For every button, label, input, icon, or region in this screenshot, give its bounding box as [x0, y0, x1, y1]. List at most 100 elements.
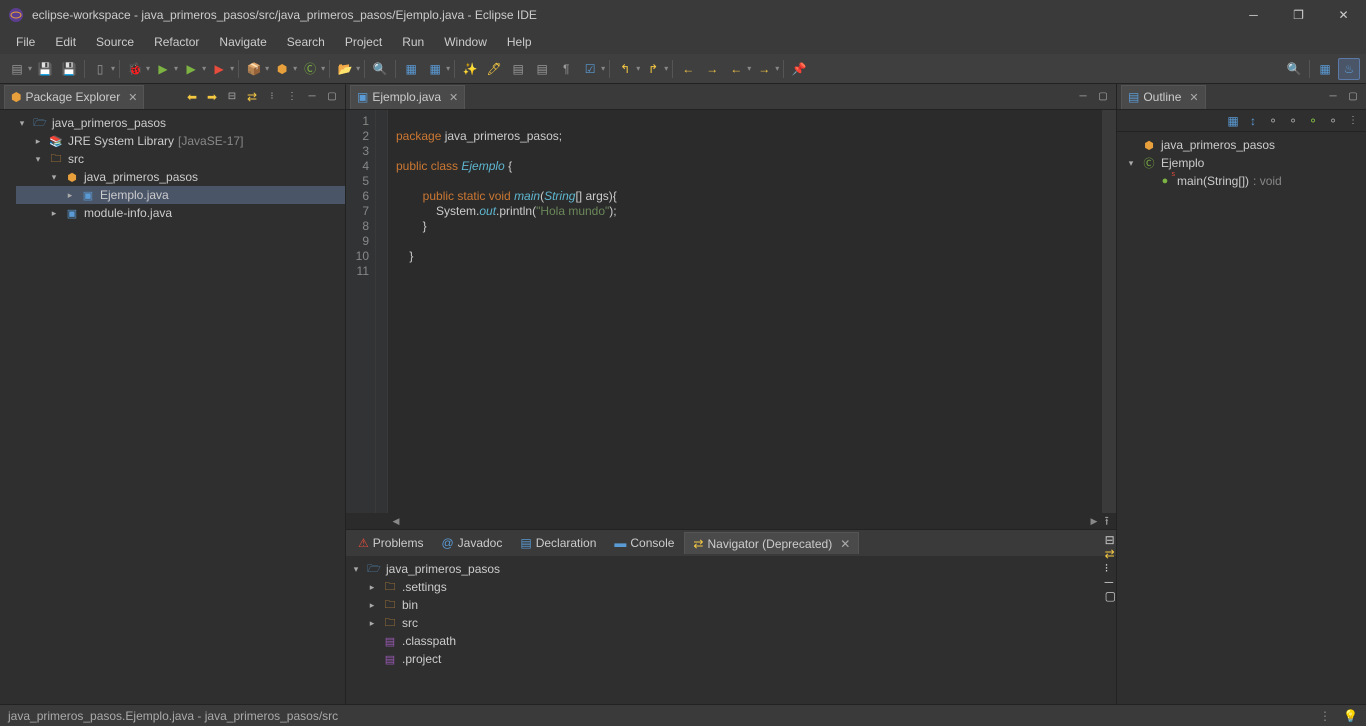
- save-all-button[interactable]: 💾: [58, 58, 80, 80]
- nav-up-button[interactable]: ⭱: [1105, 512, 1116, 533]
- menu-navigate[interactable]: Navigate: [209, 31, 276, 53]
- navigator-tree[interactable]: ▾ 🗁 java_primeros_pasos ▸ 🗀 .settings ▸ …: [346, 556, 1116, 704]
- nav-bin-row[interactable]: ▸ 🗀 bin: [350, 596, 1116, 614]
- hide-static-button[interactable]: ⚬: [1284, 112, 1302, 130]
- run-button[interactable]: ▶: [152, 58, 174, 80]
- menu-search[interactable]: Search: [277, 31, 335, 53]
- forward2-button[interactable]: →: [753, 58, 775, 80]
- focus-button[interactable]: ⁝: [263, 88, 281, 106]
- new-button[interactable]: ▤: [6, 58, 28, 80]
- hide-local-button[interactable]: ⚬: [1324, 112, 1342, 130]
- tree-file-module-row[interactable]: ▸ ▣ module-info.java: [16, 204, 345, 222]
- tab-console[interactable]: ▬Console: [606, 532, 682, 554]
- menu-run[interactable]: Run: [392, 31, 434, 53]
- hide-fields-button[interactable]: ⚬: [1264, 112, 1282, 130]
- forward-history-button[interactable]: ➡: [203, 88, 221, 106]
- close-icon[interactable]: ✕: [1189, 91, 1198, 104]
- hide-non-public-button[interactable]: ⚬: [1304, 112, 1322, 130]
- close-button[interactable]: ✕: [1321, 0, 1366, 30]
- minimize-editor-button[interactable]: ─: [1074, 88, 1092, 106]
- maximize-editor-button[interactable]: ▢: [1094, 88, 1112, 106]
- run-last-button[interactable]: ▶: [208, 58, 230, 80]
- outline-package-row[interactable]: ⬢ java_primeros_pasos: [1125, 136, 1366, 154]
- fold-gutter[interactable]: [376, 110, 388, 513]
- outline-menu-button[interactable]: ⋮: [1344, 112, 1362, 130]
- outline-tree[interactable]: ⬢ java_primeros_pasos ▾ Ⓒ Ejemplo ●s mai…: [1117, 132, 1366, 704]
- java-perspective-button[interactable]: ♨: [1338, 58, 1360, 80]
- menu-project[interactable]: Project: [335, 31, 392, 53]
- outline-min-button[interactable]: ─: [1324, 88, 1342, 106]
- menu-window[interactable]: Window: [434, 31, 497, 53]
- tab-javadoc[interactable]: @Javadoc: [433, 532, 510, 554]
- view-menu-button[interactable]: ⋮: [283, 88, 301, 106]
- back-button[interactable]: ←: [677, 58, 699, 80]
- pin-button[interactable]: 📌: [788, 58, 810, 80]
- menu-edit[interactable]: Edit: [45, 31, 86, 53]
- minimize-button[interactable]: ─: [1231, 0, 1276, 30]
- scroll-right-button[interactable]: ▶: [1086, 513, 1102, 529]
- focus-button[interactable]: ▦: [1224, 112, 1242, 130]
- back2-button[interactable]: ←: [725, 58, 747, 80]
- maximize-button[interactable]: ❐: [1276, 0, 1321, 30]
- tab-declaration[interactable]: ▤Declaration: [512, 532, 604, 554]
- open-type-button[interactable]: 📂: [334, 58, 356, 80]
- tab-navigator[interactable]: ⇄Navigator (Deprecated)✕: [684, 532, 859, 554]
- editor-tab-ejemplo[interactable]: ▣ Ejemplo.java ✕: [350, 85, 465, 109]
- tab-problems[interactable]: ⚠Problems: [350, 532, 431, 554]
- new-class-button[interactable]: Ⓒ: [299, 58, 321, 80]
- nav-collapse-button[interactable]: ⊟: [1105, 533, 1116, 547]
- nav-settings-row[interactable]: ▸ 🗀 .settings: [350, 578, 1116, 596]
- tree-src-row[interactable]: ▾ 🗀 src: [16, 150, 345, 168]
- outline-method-row[interactable]: ●s main(String[]) : void: [1125, 172, 1366, 190]
- new-package-button[interactable]: ⬢: [271, 58, 293, 80]
- menu-refactor[interactable]: Refactor: [144, 31, 209, 53]
- task-button[interactable]: ☑: [579, 58, 601, 80]
- outline-max-button[interactable]: ▢: [1344, 88, 1362, 106]
- close-icon[interactable]: ✕: [128, 91, 137, 104]
- package-explorer-tab[interactable]: ⬢ Package Explorer ✕: [4, 85, 144, 109]
- overview-ruler[interactable]: [1102, 110, 1116, 513]
- toggle-block-button[interactable]: ▦: [424, 58, 446, 80]
- collapse-all-button[interactable]: ⊟: [223, 88, 241, 106]
- maximize-view-button[interactable]: ▢: [323, 88, 341, 106]
- new-java-project-button[interactable]: 📦: [243, 58, 265, 80]
- tree-jre-row[interactable]: ▸ 📚 JRE System Library [JavaSE-17]: [16, 132, 345, 150]
- next-annotation-button[interactable]: ↱: [642, 58, 664, 80]
- debug-button[interactable]: 🐞: [124, 58, 146, 80]
- tip-icon[interactable]: 💡: [1343, 709, 1358, 723]
- back-history-button[interactable]: ⬅: [183, 88, 201, 106]
- outline-tab[interactable]: ▤ Outline ✕: [1121, 85, 1206, 109]
- forward-button[interactable]: →: [701, 58, 723, 80]
- terminal-button[interactable]: ▯: [89, 58, 111, 80]
- nav-project-row[interactable]: ▾ 🗁 java_primeros_pasos: [350, 560, 1116, 578]
- tree-package-row[interactable]: ▾ ⬢ java_primeros_pasos: [16, 168, 345, 186]
- close-icon[interactable]: ✕: [449, 91, 458, 104]
- horizontal-scrollbar[interactable]: ◀ ▶: [346, 513, 1116, 529]
- toggle-mark-button[interactable]: ▦: [400, 58, 422, 80]
- menu-help[interactable]: Help: [497, 31, 542, 53]
- pilcrow-button[interactable]: ¶: [555, 58, 577, 80]
- sort-button[interactable]: ↕: [1244, 112, 1262, 130]
- menu-source[interactable]: Source: [86, 31, 144, 53]
- menu-file[interactable]: File: [6, 31, 45, 53]
- perspective-button[interactable]: ▦: [1314, 58, 1336, 80]
- wand-button[interactable]: ✨: [459, 58, 481, 80]
- coverage-button[interactable]: ▶: [180, 58, 202, 80]
- nav-projectfile-row[interactable]: ▤ .project: [350, 650, 1116, 668]
- nav-classpath-row[interactable]: ▤ .classpath: [350, 632, 1116, 650]
- search-button[interactable]: 🔍: [369, 58, 391, 80]
- prev-annotation-button[interactable]: ↰: [614, 58, 636, 80]
- wand2-button[interactable]: 🖊: [483, 58, 505, 80]
- scroll-left-button[interactable]: ◀: [388, 513, 404, 529]
- save-button[interactable]: 💾: [34, 58, 56, 80]
- outline-class-row[interactable]: ▾ Ⓒ Ejemplo: [1125, 154, 1366, 172]
- package-explorer-tree[interactable]: ▾ 🗁 java_primeros_pasos ▸ 📚 JRE System L…: [0, 110, 345, 704]
- code-editor[interactable]: 1234567891011 package java_primeros_paso…: [346, 110, 1116, 513]
- search-icon[interactable]: 🔍: [1283, 58, 1305, 80]
- tree-project-row[interactable]: ▾ 🗁 java_primeros_pasos: [16, 114, 345, 132]
- minimize-view-button[interactable]: ─: [303, 88, 321, 106]
- nav-src-row[interactable]: ▸ 🗀 src: [350, 614, 1116, 632]
- close-icon[interactable]: ✕: [840, 537, 850, 551]
- format2-button[interactable]: ▤: [531, 58, 553, 80]
- code-area[interactable]: package java_primeros_pasos; public clas…: [388, 110, 1102, 513]
